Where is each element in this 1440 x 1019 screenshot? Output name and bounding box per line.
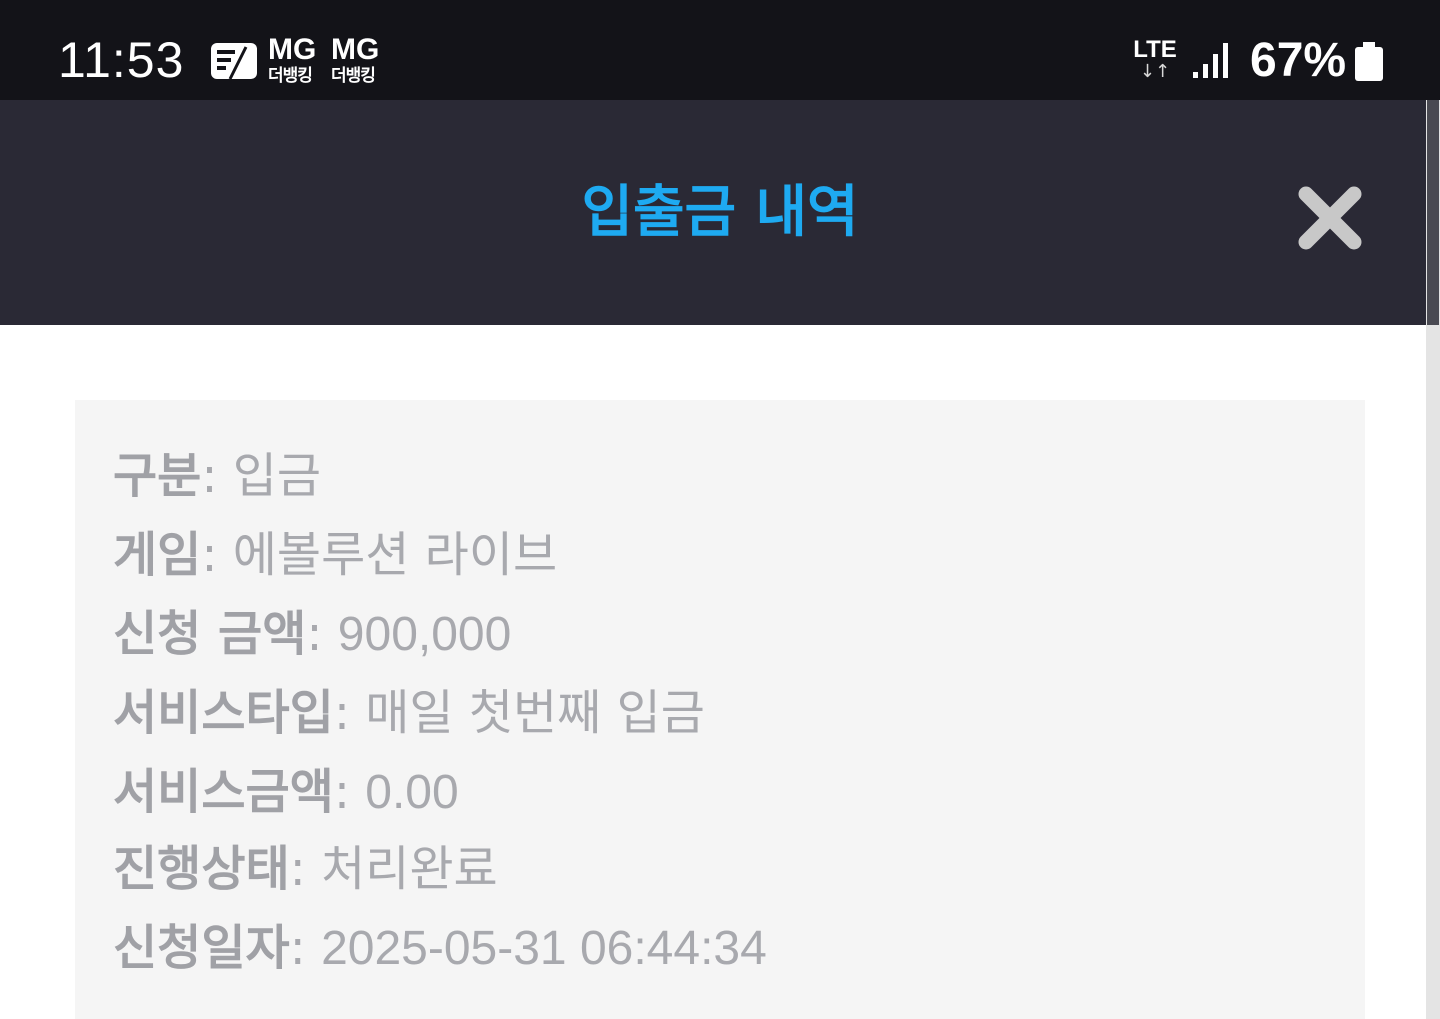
status-bar: 11:53 MG 더뱅킹 MG 더뱅킹 LTE ↓↑ 67% (0, 0, 1440, 100)
detail-row-game: 게임: 에볼루션 라이브 (113, 525, 557, 585)
detail-separator: : (201, 448, 233, 504)
detail-label: 신청일자 (113, 920, 290, 976)
modal-title: 입출금 내역 (581, 180, 859, 245)
detail-value: 0.00 (365, 766, 459, 819)
network-indicator: LTE ↓↑ (1133, 38, 1177, 82)
status-time: 11:53 (58, 32, 185, 88)
data-activity-icon: ↓↑ (1139, 61, 1171, 82)
detail-separator: : (201, 527, 233, 583)
news-card-icon (211, 43, 257, 80)
signal-icon (1193, 43, 1228, 78)
detail-value: 2025-05-31 06:44:34 (321, 922, 767, 975)
detail-value: 입금 (232, 448, 322, 504)
scrollbar[interactable] (1426, 100, 1440, 1019)
network-type: LTE (1133, 36, 1177, 63)
detail-separator: : (333, 764, 366, 820)
detail-separator: : (289, 920, 322, 976)
detail-value: 처리완료 (321, 841, 498, 897)
detail-label: 진행상태 (113, 841, 290, 897)
transaction-detail-card: 구분: 입금 게임: 에볼루션 라이브 신청 금액: 900,000 서비스타입… (75, 400, 1365, 1019)
battery-percent: 67% (1250, 34, 1347, 87)
mg-notification-badge: MG 더뱅킹 (331, 33, 380, 87)
detail-separator: : (333, 685, 366, 741)
detail-value: 매일 첫번째 입금 (365, 685, 705, 741)
detail-row-request-amount: 신청 금액: 900,000 (113, 604, 511, 665)
detail-value: 900,000 (337, 608, 512, 661)
detail-label: 서비스금액 (113, 764, 334, 820)
mg-badge-title: MG (331, 33, 380, 66)
detail-value: 에볼루션 라이브 (232, 527, 558, 583)
detail-row-service-amount: 서비스금액: 0.00 (113, 762, 459, 823)
detail-label: 신청 금액 (113, 606, 307, 662)
battery-icon (1355, 42, 1383, 81)
detail-separator: : (289, 841, 322, 897)
mg-badge-subtitle: 더뱅킹 (268, 66, 313, 86)
mg-badge-subtitle: 더뱅킹 (331, 66, 376, 86)
detail-row-type: 구분: 입금 (113, 446, 321, 506)
detail-separator: : (306, 606, 338, 662)
scrollbar-thumb[interactable] (1427, 100, 1439, 325)
detail-label: 게임 (113, 527, 202, 583)
detail-label: 서비스타입 (113, 685, 334, 741)
detail-row-status: 진행상태: 처리완료 (113, 839, 498, 899)
close-icon[interactable] (1296, 184, 1364, 252)
modal-header: 입출금 내역 (0, 100, 1426, 325)
detail-label: 구분 (113, 448, 202, 504)
mg-notification-badge: MG 더뱅킹 (268, 33, 317, 87)
detail-row-service-type: 서비스타입: 매일 첫번째 입금 (113, 683, 705, 743)
detail-row-request-date: 신청일자: 2025-05-31 06:44:34 (113, 918, 767, 979)
mg-badge-title: MG (268, 33, 317, 66)
